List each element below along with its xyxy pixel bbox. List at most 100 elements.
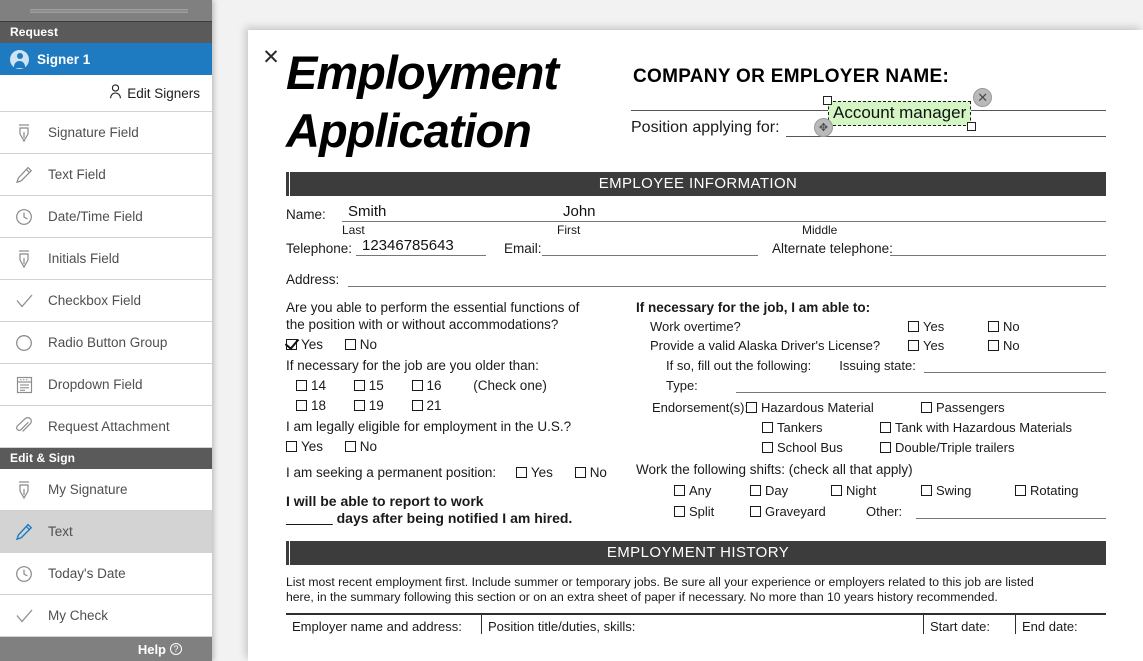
checkbox-icon[interactable] (296, 380, 307, 391)
sidebar-item-my-check[interactable]: My Check (0, 595, 212, 637)
sidebar-item-signer-1[interactable]: Signer 1 (0, 43, 212, 75)
endorsement-tank-with-hazardous-materials[interactable]: Tank with Hazardous Materials (880, 419, 1072, 436)
checkbox-icon[interactable] (750, 506, 761, 517)
checkbox-icon[interactable] (921, 485, 932, 496)
q-eligible-no[interactable]: No (344, 438, 377, 455)
checkbox-icon[interactable] (1015, 485, 1026, 496)
q-license-no[interactable]: No (988, 337, 1020, 354)
sidebar-item-todays-date[interactable]: Today's Date (0, 553, 212, 595)
sidebar-item-date-time-field[interactable]: Date/Time Field (0, 196, 212, 238)
sidebar-item-request-attachment[interactable]: Request Attachment (0, 406, 212, 448)
q-age-14[interactable]: 14 (296, 377, 350, 394)
shift-graveyard[interactable]: Graveyard (750, 503, 848, 520)
checkbox-icon[interactable] (515, 467, 527, 478)
shift-other-label: Other: (866, 504, 903, 519)
q-eligible-yes[interactable]: Yes (286, 438, 323, 455)
q-essential-yes[interactable]: Yes (286, 336, 323, 353)
endorsement-passengers[interactable]: Passengers (921, 399, 1005, 416)
checkbox-icon[interactable] (750, 485, 761, 496)
q-report-blank[interactable]: ______ (286, 510, 333, 526)
checkbox-icon[interactable] (411, 400, 423, 411)
sidebar-item-initials-field[interactable]: Initials Field (0, 238, 212, 280)
endorsement-tankers[interactable]: Tankers (762, 419, 862, 436)
q-age-16[interactable]: 16 (411, 377, 470, 394)
selected-text-field[interactable]: Account manager ✕ ✥ (814, 88, 993, 137)
q-age-19[interactable]: 19 (353, 397, 408, 414)
shift-swing[interactable]: Swing (921, 482, 997, 499)
q-age-21[interactable]: 21 (411, 397, 470, 414)
checkbox-icon[interactable] (344, 339, 356, 350)
q-overtime-no[interactable]: No (988, 318, 1020, 335)
close-icon[interactable]: ✕ (261, 47, 281, 68)
page-title: Employment Application (286, 44, 631, 160)
checkbox-icon[interactable] (880, 422, 891, 433)
checkbox-icon[interactable] (411, 380, 423, 391)
q-overtime-yes[interactable]: Yes (908, 318, 970, 335)
checkbox-icon[interactable] (921, 402, 932, 413)
checkbox-icon[interactable] (344, 441, 356, 452)
endorsement-hazardous-material[interactable]: Hazardous Material (746, 399, 903, 416)
last-name-input[interactable]: Smith (342, 203, 557, 222)
sidebar-scroll-area[interactable] (0, 0, 212, 22)
history-note-line-1: List most recent employment first. Inclu… (286, 575, 1034, 589)
first-name-input[interactable]: John (557, 203, 802, 222)
alternate-telephone-input[interactable] (890, 239, 1106, 256)
q-permanent-no[interactable]: No (574, 464, 607, 481)
endorsement-double-triple-trailers[interactable]: Double/Triple trailers (880, 439, 1014, 456)
checkbox-icon[interactable] (908, 340, 919, 351)
option-label: Hazardous Material (761, 400, 874, 415)
sidebar-item-signature-field[interactable]: Signature Field (0, 112, 212, 154)
q-age-18[interactable]: 18 (296, 397, 350, 414)
q-permanent-yes[interactable]: Yes (515, 464, 553, 481)
sidebar-item-text[interactable]: Text (0, 511, 212, 553)
issuing-state-input[interactable] (923, 359, 1106, 373)
checkbox-icon[interactable] (988, 321, 999, 332)
q-overtime-row: Work overtime? Yes No (636, 318, 1106, 335)
close-icon[interactable]: ✕ (973, 88, 993, 107)
checkbox-icon[interactable] (762, 442, 773, 453)
checkbox-icon[interactable] (762, 422, 773, 433)
shift-day[interactable]: Day (750, 482, 813, 499)
resize-handle-bottom-right[interactable] (967, 122, 977, 131)
help-button[interactable]: Help ? (0, 637, 212, 661)
checkbox-icon[interactable] (988, 340, 999, 351)
shift-any[interactable]: Any (674, 482, 732, 499)
sidebar-item-radio-button-group[interactable]: Radio Button Group (0, 322, 212, 364)
email-input[interactable] (542, 239, 758, 256)
edit-signers-button[interactable]: Edit Signers (0, 75, 212, 112)
q-essential-no[interactable]: No (344, 336, 377, 353)
checkbox-icon[interactable] (831, 485, 842, 496)
shift-other-input[interactable] (916, 505, 1106, 519)
checkbox-icon[interactable] (574, 467, 586, 478)
resize-handle-top-left[interactable] (823, 96, 832, 105)
sidebar-item-dropdown-field[interactable]: Dropdown Field (0, 364, 212, 406)
sidebar-item-my-signature[interactable]: My Signature (0, 469, 212, 511)
move-handle-icon[interactable]: ✥ (814, 118, 833, 137)
checkbox-icon[interactable] (746, 402, 757, 413)
option-label: 15 (368, 378, 384, 393)
checkbox-icon[interactable] (296, 400, 307, 411)
checkbox-icon[interactable] (674, 506, 685, 517)
endorsement-school-bus[interactable]: School Bus (762, 439, 862, 456)
q-license-yes[interactable]: Yes (908, 337, 970, 354)
telephone-input[interactable]: 12346785643 (356, 237, 486, 256)
horizontal-scrollbar-thumb[interactable] (30, 9, 188, 13)
history-table-header: Employer name and address: Position titl… (286, 613, 1106, 634)
sidebar-item-checkbox-field[interactable]: Checkbox Field (0, 280, 212, 322)
checkbox-icon[interactable] (286, 339, 297, 350)
address-input[interactable] (348, 270, 1106, 287)
shift-split[interactable]: Split (674, 503, 732, 520)
checkbox-icon[interactable] (908, 321, 919, 332)
checkbox-icon[interactable] (353, 400, 365, 411)
q-age-15[interactable]: 15 (353, 377, 408, 394)
type-input[interactable] (736, 379, 1106, 393)
middle-name-input[interactable] (802, 205, 1106, 222)
checkbox-icon[interactable] (674, 485, 685, 496)
checkbox-icon[interactable] (353, 380, 365, 391)
sidebar-item-text-field[interactable]: Text Field (0, 154, 212, 196)
checkbox-icon[interactable] (880, 442, 891, 453)
shift-rotating[interactable]: Rotating (1015, 482, 1078, 499)
shift-night[interactable]: Night (831, 482, 903, 499)
option-label: No (589, 465, 607, 480)
checkbox-icon[interactable] (286, 441, 297, 452)
